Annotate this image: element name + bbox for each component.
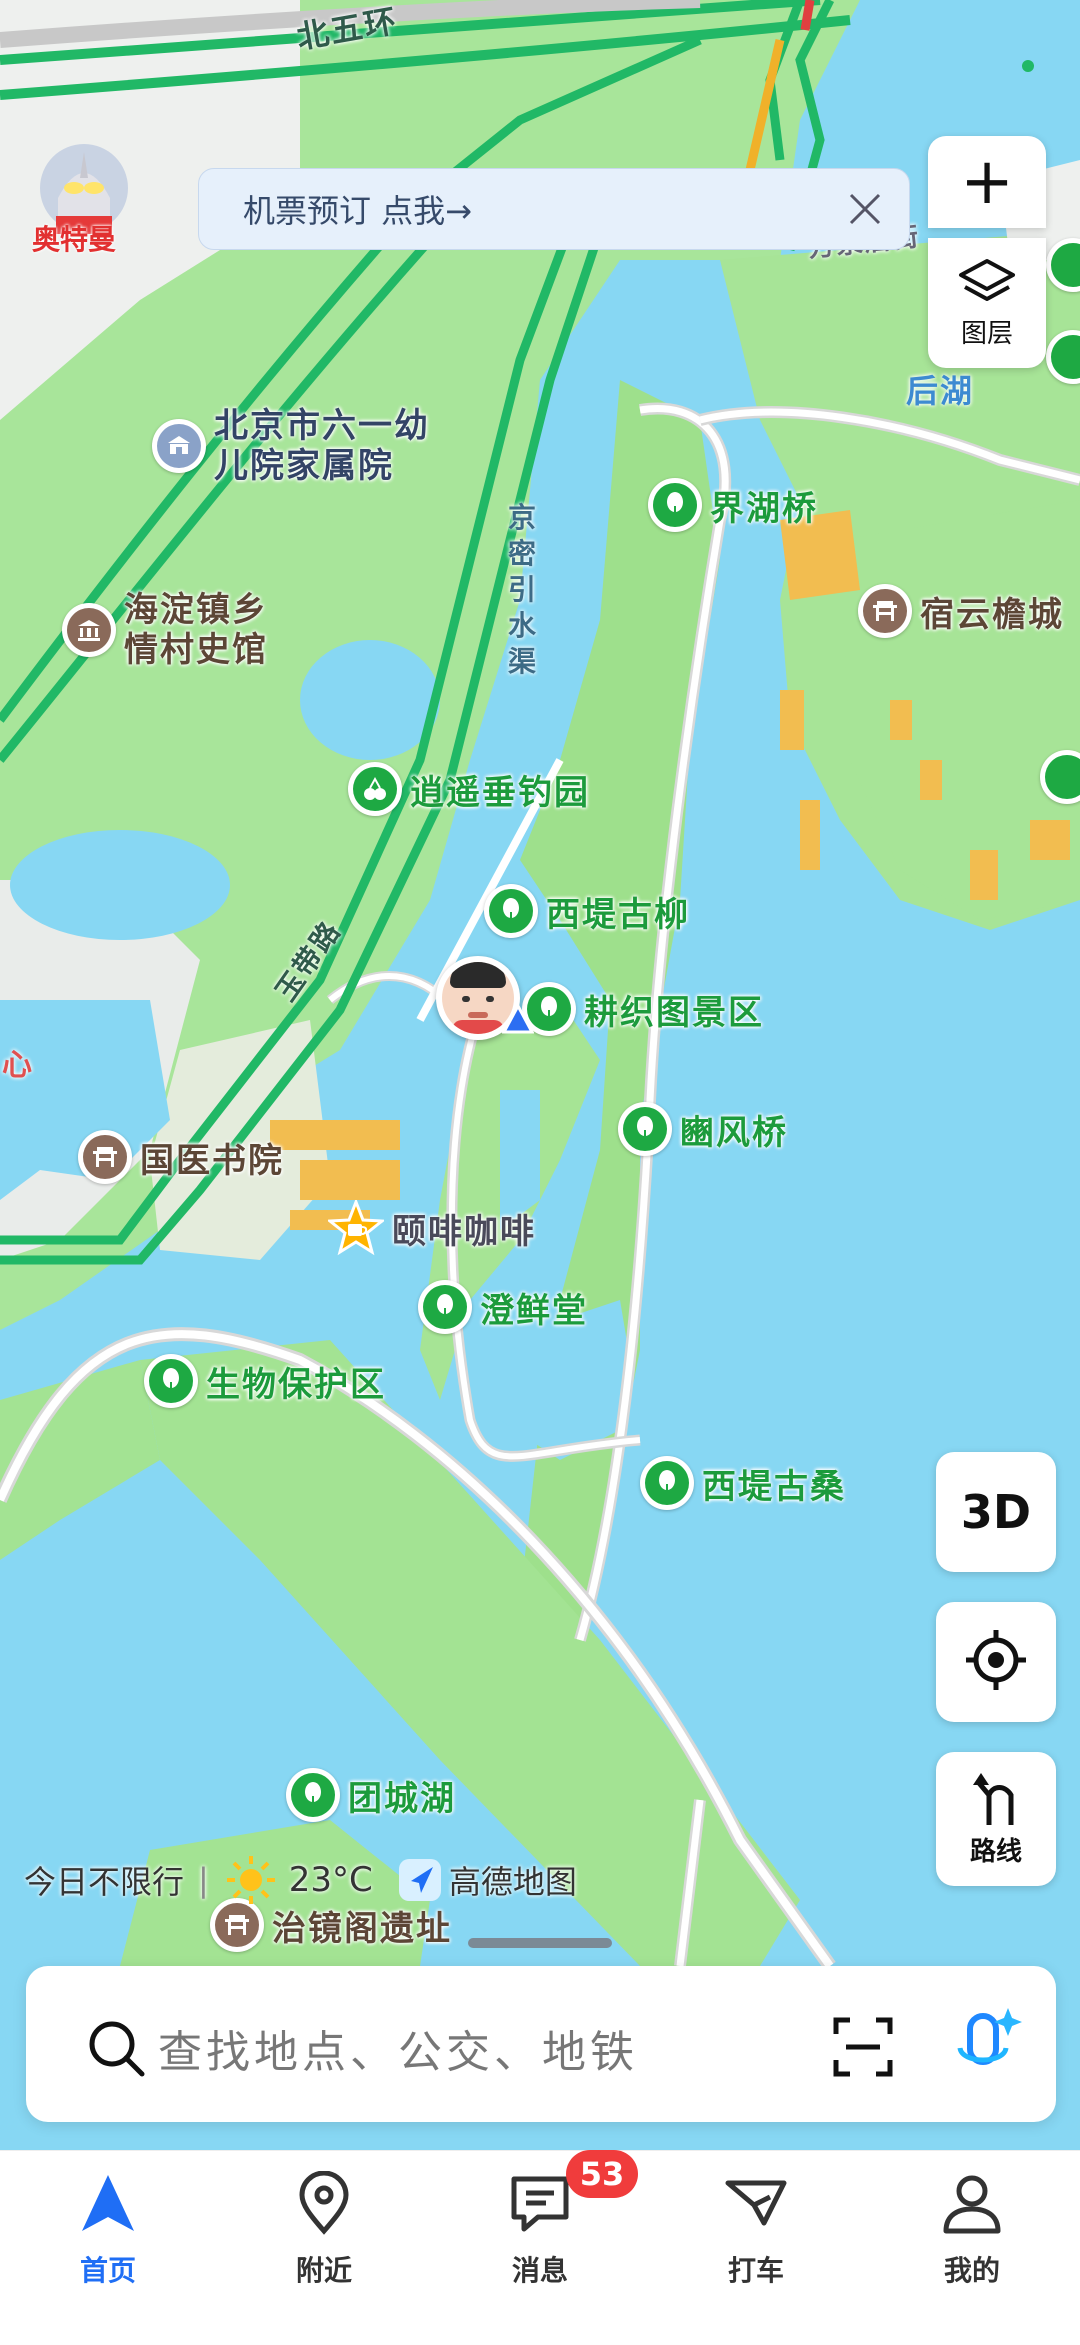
tab-profile[interactable]: 我的 [902, 2171, 1042, 2321]
poi-gengzhi[interactable]: 耕织图景区 [522, 982, 764, 1036]
road-label-jingmi-canal: 京密引水渠 [508, 501, 539, 678]
poi-suyun[interactable]: 宿云檐城 [858, 584, 1064, 638]
plus-icon: + [960, 145, 1014, 219]
poi-label: 生物保护区 [206, 1364, 386, 1405]
layers-button[interactable]: 图层 [928, 238, 1046, 368]
poi-label: 海淀镇乡情村史馆 [124, 590, 268, 670]
area-label-edge: 心 [2, 1048, 34, 1083]
tab-label: 首页 [79, 2254, 136, 2287]
poi-label: 西堤古桑 [702, 1466, 846, 1507]
tree-icon [286, 1768, 340, 1822]
layers-label: 图层 [960, 318, 1013, 349]
tab-taxi[interactable]: 打车 [686, 2171, 826, 2321]
ultraman-label: 奥特曼 [32, 223, 117, 256]
tab-label: 消息 [511, 2254, 568, 2287]
poi-label: 西堤古柳 [546, 894, 690, 935]
zoom-in-button[interactable]: + [928, 136, 1046, 228]
tab-home[interactable]: 首页 [38, 2171, 178, 2321]
user-icon [940, 2171, 1004, 2239]
search-input[interactable]: 查找地点、公交、地铁 [158, 2016, 638, 2080]
location-pin-icon [292, 2170, 356, 2239]
tree-icon [648, 478, 702, 532]
poi-village-museum[interactable]: 海淀镇乡情村史馆 [62, 590, 294, 670]
poi-binfeng-bridge[interactable]: 豳风桥 [618, 1102, 788, 1156]
fruit-icon [348, 762, 402, 816]
sun-icon [223, 1852, 279, 1908]
poi-label: 豳风桥 [680, 1112, 788, 1153]
star-coffee-icon [325, 1197, 387, 1256]
3d-toggle-button[interactable]: 3D [936, 1452, 1056, 1572]
building-icon [152, 419, 206, 473]
poi-coffee[interactable]: 颐啡咖啡 [325, 1197, 536, 1256]
poi-label: 团城湖 [348, 1778, 456, 1819]
tab-label: 打车 [727, 2254, 784, 2287]
route-button[interactable]: 路线 [936, 1752, 1056, 1886]
poi-kindergarten[interactable]: 北京市六一幼儿院家属院 [152, 406, 454, 486]
message-icon [508, 2171, 572, 2239]
flight-booking-banner[interactable]: 机票预订 点我→ [198, 168, 910, 250]
status-bar-overlay: 今日不限行 | 23°C 高德地图 [24, 1852, 577, 1908]
traffic-restriction-text: 今日不限行 [24, 1863, 185, 1901]
route-label: 路线 [969, 1836, 1022, 1867]
navigation-arrow-icon [76, 2171, 140, 2239]
poi-label: 颐啡咖啡 [392, 1211, 536, 1252]
poi-label: 澄鲜堂 [480, 1290, 588, 1331]
divider: | [198, 1861, 209, 1899]
area-label-houhu: 后湖 [906, 372, 975, 410]
poi-jiehu-bridge[interactable]: 界湖桥 [648, 478, 818, 532]
gate-icon [858, 584, 912, 638]
taxi-icon [724, 2171, 788, 2239]
map-base [0, 0, 1080, 1971]
amap-logo-icon [397, 1857, 443, 1903]
locate-me-button[interactable] [936, 1602, 1056, 1722]
amap-brand: 高德地图 [448, 1863, 577, 1901]
tree-icon [144, 1354, 198, 1408]
tab-label: 我的 [943, 2254, 1000, 2287]
poi-xidi-mulberry[interactable]: 西堤古桑 [640, 1456, 846, 1510]
tree-icon [618, 1102, 672, 1156]
poi-label: 宿云檐城 [920, 594, 1064, 635]
poi-fishing-park[interactable]: 逍遥垂钓园 [348, 762, 590, 816]
poi-label: 逍遥垂钓园 [410, 772, 590, 813]
poi-tuancheng-lake[interactable]: 团城湖 [286, 1768, 456, 1822]
poi-label: 界湖桥 [710, 488, 818, 529]
scan-icon[interactable] [832, 2016, 894, 2082]
poi-label: 耕织图景区 [584, 992, 764, 1033]
layers-icon [957, 257, 1017, 311]
crosshair-icon [964, 1628, 1028, 1696]
poi-label: 国医书院 [140, 1140, 284, 1181]
close-icon[interactable] [843, 187, 887, 231]
poi-bio-reserve[interactable]: 生物保护区 [144, 1354, 386, 1408]
search-icon [86, 2018, 146, 2082]
poi-medical-academy[interactable]: 国医书院 [78, 1130, 284, 1184]
tab-nearby[interactable]: 附近 [254, 2170, 394, 2321]
map-view[interactable]: 北五环 京密引水渠 玉带路 后湖 万泉后街 心 北京市六一幼儿院家属院 海淀镇乡… [0, 0, 1080, 2150]
drag-handle[interactable] [468, 1938, 612, 1948]
bottom-tab-bar: 首页 附近 消息 打车 我的 [0, 2150, 1080, 2345]
poi-label: 北京市六一幼儿院家属院 [214, 406, 430, 486]
tree-icon [418, 1280, 472, 1334]
3d-label: 3D [960, 1485, 1032, 1539]
message-count-badge: 53 [566, 2150, 638, 2198]
heading-arrow-icon [501, 1002, 535, 1038]
poi-chengxian-hall[interactable]: 澄鲜堂 [418, 1280, 588, 1334]
gate-icon [78, 1130, 132, 1184]
tree-icon [484, 884, 538, 938]
tree-icon [640, 1456, 694, 1510]
route-fork-icon [971, 1771, 1021, 1831]
ultraman-badge[interactable]: 奥特曼 [28, 138, 138, 258]
search-box[interactable]: 查找地点、公交、地铁 [26, 1966, 1056, 2122]
tab-label: 附近 [295, 2254, 352, 2287]
temperature: 23°C [288, 1860, 373, 1900]
banner-text: 机票预订 点我→ [243, 192, 472, 230]
poi-xidi-willow[interactable]: 西堤古柳 [484, 884, 690, 938]
voice-assistant-icon[interactable] [948, 2002, 1028, 2086]
museum-icon [62, 603, 116, 657]
